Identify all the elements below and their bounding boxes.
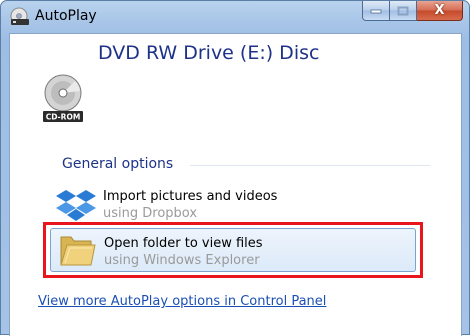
- window-title: AutoPlay: [35, 8, 97, 24]
- option-label: Import pictures and videos: [103, 189, 278, 204]
- section-divider: [190, 165, 430, 166]
- maximize-icon: [397, 6, 409, 15]
- close-button[interactable]: X: [417, 1, 463, 21]
- option-subtitle: using Dropbox: [103, 206, 198, 221]
- close-icon: X: [434, 3, 445, 18]
- maximize-button[interactable]: [390, 1, 417, 21]
- dropbox-icon: [56, 187, 96, 225]
- title-bar[interactable]: AutoPlay X: [1, 1, 469, 33]
- cd-rom-label: CD-ROM: [46, 113, 81, 122]
- minimize-button[interactable]: [362, 1, 390, 21]
- device-title: DVD RW Drive (E:) Disc: [98, 42, 320, 64]
- caption-buttons: X: [362, 1, 463, 22]
- more-autoplay-options-link[interactable]: View more AutoPlay options in Control Pa…: [38, 294, 326, 309]
- option-import-pictures[interactable]: Import pictures and videos using Dropbox: [50, 183, 416, 227]
- autoplay-icon: [9, 6, 29, 26]
- cd-rom-icon: CD-ROM: [40, 47, 86, 123]
- highlight-annotation: [43, 222, 423, 278]
- minimize-icon: [370, 9, 382, 13]
- general-options-heading: General options: [62, 156, 174, 172]
